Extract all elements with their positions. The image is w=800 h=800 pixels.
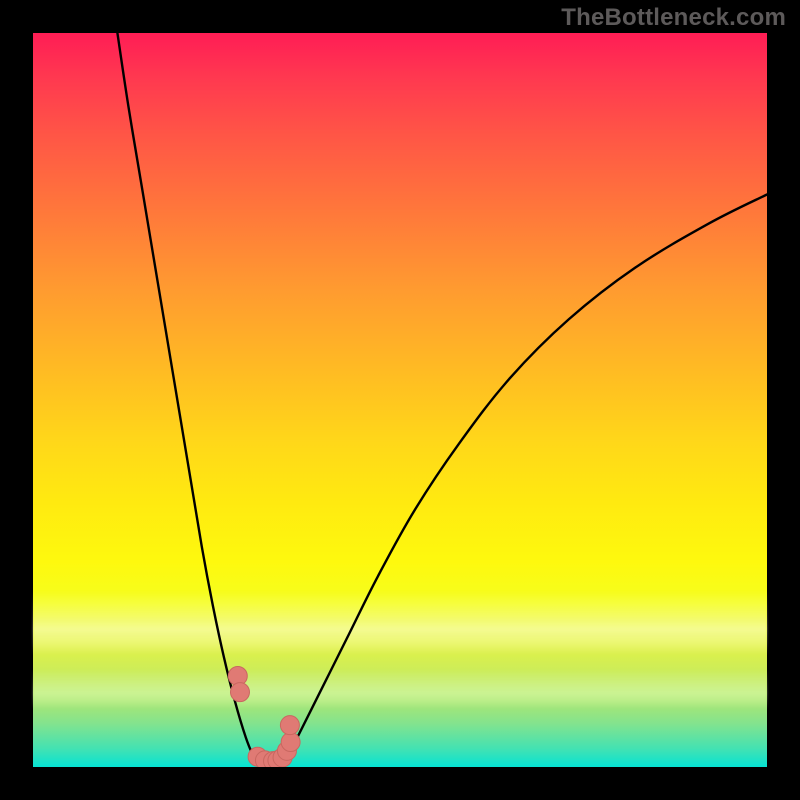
curve-left-branch <box>117 33 254 760</box>
data-point-marker <box>230 683 249 702</box>
chart-frame: TheBottleneck.com <box>0 0 800 800</box>
chart-svg <box>33 33 767 767</box>
data-point-marker <box>280 716 299 735</box>
curve-right-branch <box>286 194 767 759</box>
plot-area <box>33 33 767 767</box>
data-point-marker <box>281 733 300 752</box>
watermark-text: TheBottleneck.com <box>561 4 786 32</box>
